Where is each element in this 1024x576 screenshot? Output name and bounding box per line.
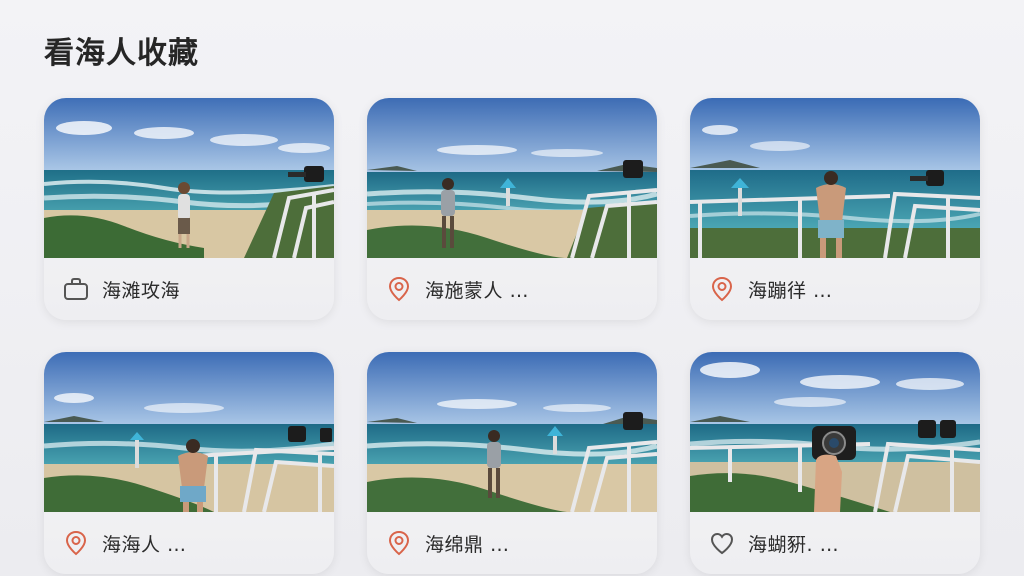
collection-card[interactable]: 海绵鼎 … xyxy=(367,352,657,574)
location-pin-icon xyxy=(388,276,410,302)
collection-card[interactable]: 海蝴豣. … xyxy=(690,352,980,574)
location-pin-icon xyxy=(711,276,733,302)
card-caption: 海蹦徉 … xyxy=(690,258,980,320)
card-photo xyxy=(44,352,334,512)
card-photo xyxy=(690,352,980,512)
card-caption: 海蝴豣. … xyxy=(690,512,980,574)
heart-icon[interactable] xyxy=(708,529,736,557)
location-pin-icon xyxy=(65,530,87,556)
card-caption: 海绵鼎 … xyxy=(367,512,657,574)
card-caption: 海海人 … xyxy=(44,512,334,574)
collection-card[interactable]: 海海人 … xyxy=(44,352,334,574)
card-label: 海施蒙人 … xyxy=(425,279,530,302)
briefcase-icon xyxy=(64,278,88,300)
card-label: 海绵鼎 … xyxy=(425,533,510,556)
card-label: 海蹦徉 … xyxy=(748,279,833,302)
location-pin-icon xyxy=(388,530,410,556)
card-caption: 海施蒙人 … xyxy=(367,258,657,320)
card-photo xyxy=(367,98,657,258)
card-label: 海蝴豣. … xyxy=(748,533,840,556)
collection-card[interactable]: 海施蒙人 … xyxy=(367,98,657,320)
collection-card[interactable]: 海滩攻海 xyxy=(44,98,334,320)
card-label: 海海人 … xyxy=(102,533,187,556)
collection-card[interactable]: 海蹦徉 … xyxy=(690,98,980,320)
card-caption: 海滩攻海 xyxy=(44,258,334,320)
card-photo xyxy=(690,98,980,258)
card-photo xyxy=(44,98,334,258)
card-label: 海滩攻海 xyxy=(102,279,181,302)
collection-grid: 海滩攻海 海施蒙人 … 海蹦徉 … 海海人 … 海绵鼎 … 海蝴豣. … xyxy=(44,98,980,574)
page-title: 看海人收藏 xyxy=(44,36,199,71)
card-photo xyxy=(367,352,657,512)
